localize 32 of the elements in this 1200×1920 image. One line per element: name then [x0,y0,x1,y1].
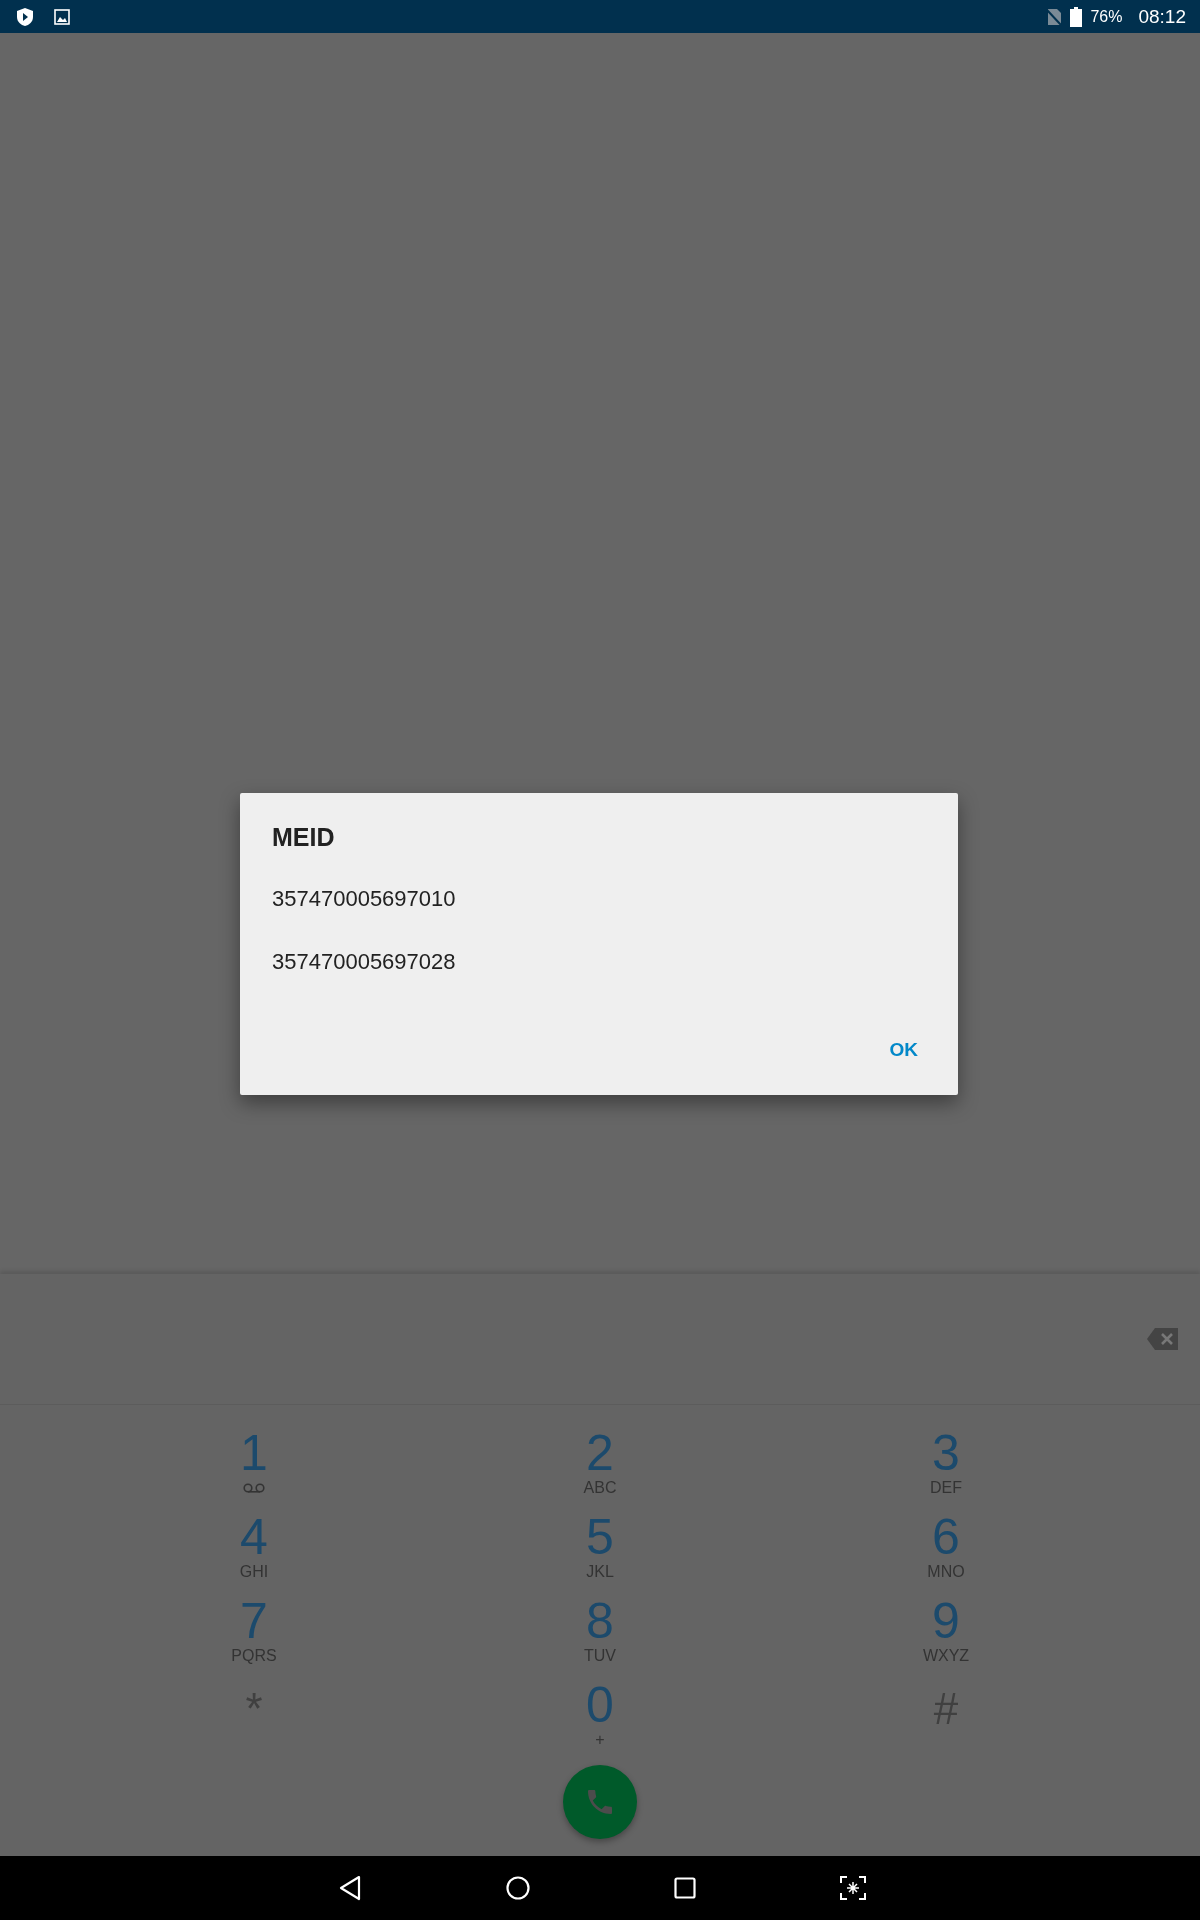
key-digit: 3 [932,1427,960,1479]
key-letters: + [595,1731,605,1749]
voicemail-icon [243,1483,265,1493]
key-digit: 9 [932,1595,960,1647]
key-digit: 7 [240,1595,268,1647]
clock: 08:12 [1138,5,1186,28]
home-icon[interactable] [506,1876,530,1900]
key-digit: * [245,1683,263,1735]
key-digit: 0 [586,1679,614,1731]
image-icon [54,8,70,25]
key-digit: 4 [240,1511,268,1563]
dial-key[interactable]: * [81,1679,427,1763]
dial-key[interactable]: 1 [81,1427,427,1511]
battery-percentage: 76% [1090,7,1123,26]
screenshot-icon[interactable] [840,1876,866,1900]
meid-number: 357470005697028 [272,949,456,975]
key-digit: 8 [586,1595,614,1647]
no-sim-icon [1046,7,1063,26]
key-digit: 5 [586,1511,614,1563]
dial-key[interactable]: # [773,1679,1119,1763]
dialog-title: MEID [272,823,336,852]
key-digit: 6 [932,1511,960,1563]
shield-icon [16,6,34,27]
recents-icon[interactable] [674,1877,696,1899]
key-digit: # [933,1683,959,1735]
back-icon[interactable] [338,1875,362,1901]
key-digit: 1 [240,1427,268,1479]
dial-key[interactable]: 0 + [427,1679,773,1763]
ok-button[interactable]: OK [879,1031,928,1069]
key-digit: 2 [586,1427,614,1479]
battery-icon [1070,6,1083,27]
meid-number: 357470005697010 [272,886,456,912]
